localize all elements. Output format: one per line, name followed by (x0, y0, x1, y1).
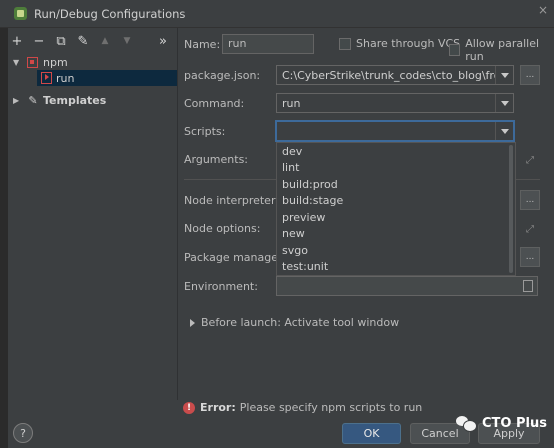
node-options-label: Node options: (184, 222, 261, 235)
dropdown-option-dev[interactable]: dev (277, 143, 515, 160)
command-combo[interactable]: run (276, 93, 514, 113)
window-title: Run/Debug Configurations (34, 7, 186, 21)
dropdown-option-build-stage[interactable]: build:stage (277, 193, 515, 210)
help-button[interactable]: ? (13, 423, 33, 443)
checkbox-box[interactable] (449, 44, 461, 56)
environment-field[interactable] (276, 276, 538, 296)
allow-parallel-checkbox[interactable]: Allow parallel run (449, 37, 554, 63)
move-up-icon[interactable]: ▲ (96, 32, 114, 50)
tree-item-templates[interactable]: ▶ ✎ Templates (8, 92, 177, 108)
checkbox-label: Share through VCS (356, 37, 461, 50)
tree-item-label: npm (43, 55, 68, 69)
error-message: ! Error: Please specify npm scripts to r… (183, 401, 422, 414)
tree-item-npm[interactable]: ▼ npm (8, 54, 177, 70)
before-launch-section[interactable]: Before launch: Activate tool window (190, 316, 399, 329)
share-vcs-checkbox[interactable]: Share through VCS (339, 37, 460, 50)
node-interpreter-label: Node interpreter: (184, 194, 279, 207)
dropdown-option-preview[interactable]: preview (277, 209, 515, 226)
dropdown-option-lint[interactable]: lint (277, 160, 515, 177)
more-icon[interactable]: » (154, 32, 172, 50)
chevron-down-icon[interactable] (495, 94, 513, 112)
scripts-dropdown-list[interactable]: dev lint build:prod build:stage preview … (276, 142, 516, 276)
browse-package-manager-button[interactable]: ... (520, 247, 540, 267)
chevron-down-icon[interactable] (495, 66, 513, 84)
dropdown-scrollbar[interactable] (509, 145, 513, 273)
ok-button[interactable]: OK (342, 423, 401, 444)
wrench-icon[interactable]: ✎ (74, 32, 92, 50)
package-json-label: package.json: (184, 69, 261, 82)
command-value: run (282, 97, 301, 110)
package-manager-label: Package manager: (184, 251, 287, 264)
config-tree: ▼ npm run ▶ ✎ Templates (8, 54, 177, 108)
name-label: Name: (184, 38, 221, 51)
error-label: Error: (200, 401, 236, 414)
before-launch-label: Before launch: Activate tool window (201, 316, 400, 329)
scripts-combo[interactable] (275, 120, 515, 142)
error-text: Please specify npm scripts to run (239, 401, 423, 414)
arguments-label: Arguments: (184, 153, 249, 166)
browse-package-json-button[interactable]: ... (520, 65, 540, 85)
package-json-combo[interactable]: C:\CyberStrike\trunk_codes\cto_blog\fron… (276, 65, 514, 85)
watermark-text: CTO Plus (482, 415, 547, 431)
tree-item-run[interactable]: run (37, 70, 177, 86)
add-icon[interactable]: + (8, 32, 26, 50)
left-edge-strip (0, 0, 8, 448)
edit-environment-icon[interactable] (523, 280, 533, 292)
title-bar: Run/Debug Configurations × (0, 0, 554, 28)
wechat-icon (456, 415, 477, 432)
copy-icon[interactable]: ⧉ (52, 32, 70, 50)
dropdown-option-test-unit[interactable]: test:unit (277, 259, 515, 276)
command-label: Command: (184, 97, 245, 110)
dropdown-option-build-prod[interactable]: build:prod (277, 176, 515, 193)
checkbox-box[interactable] (339, 37, 351, 50)
expand-editor-icon[interactable]: ⤢ (521, 151, 539, 169)
browse-node-interpreter-button[interactable]: ... (520, 190, 540, 210)
expand-right-icon[interactable] (190, 318, 195, 327)
expand-right-icon[interactable]: ▶ (13, 96, 23, 105)
name-input[interactable]: run (222, 34, 314, 54)
move-down-icon[interactable]: ▼ (118, 32, 136, 50)
tree-item-label: Templates (43, 93, 107, 107)
watermark: CTO Plus (456, 415, 547, 432)
chevron-down-icon[interactable] (495, 122, 513, 140)
expand-down-icon[interactable]: ▼ (13, 58, 23, 67)
error-icon: ! (183, 401, 195, 414)
checkbox-label: Allow parallel run (465, 37, 540, 63)
app-icon (14, 7, 27, 20)
tree-item-label: run (56, 71, 75, 85)
dropdown-option-svgo[interactable]: svgo (277, 242, 515, 259)
package-json-value: C:\CyberStrike\trunk_codes\cto_blog\fron… (282, 69, 496, 82)
expand-editor-icon[interactable]: ⤢ (521, 220, 539, 238)
scripts-label: Scripts: (184, 125, 226, 138)
tree-toolbar: + − ⧉ ✎ ▲ ▼ » (8, 30, 176, 52)
remove-icon[interactable]: − (30, 32, 48, 50)
dropdown-option-new[interactable]: new (277, 226, 515, 243)
npm-run-config-icon (41, 72, 52, 84)
environment-label: Environment: (184, 280, 258, 293)
npm-icon (27, 56, 38, 68)
close-icon[interactable]: × (538, 3, 548, 17)
run-debug-dialog: Run/Debug Configurations × + − ⧉ ✎ ▲ ▼ »… (0, 0, 554, 448)
wrench-icon: ✎ (28, 93, 38, 107)
